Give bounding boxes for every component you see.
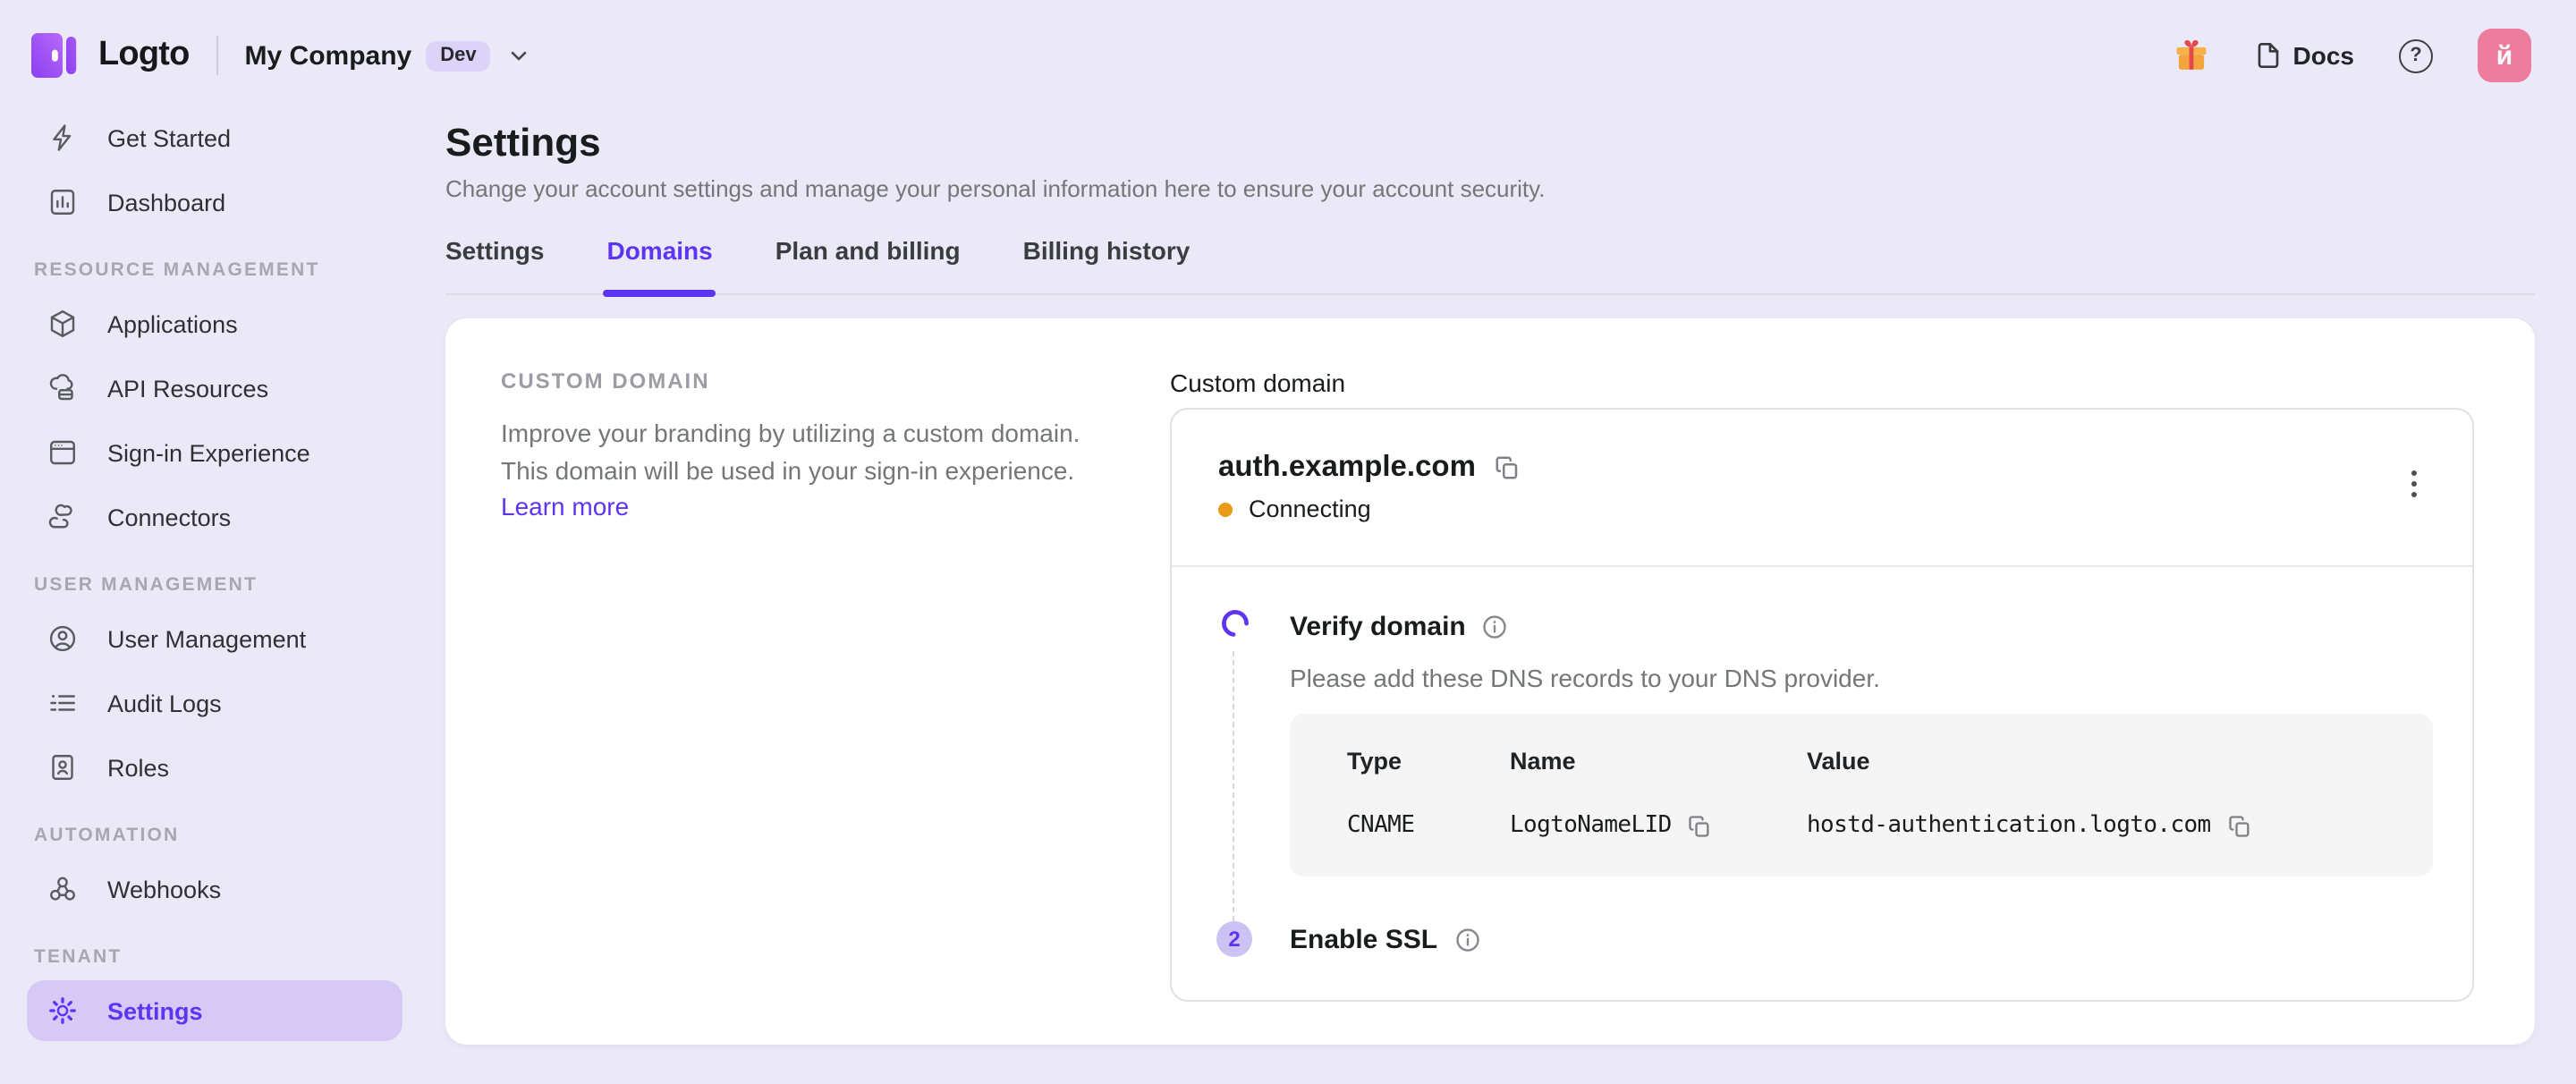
dns-record-name: LogtoNameLID	[1510, 809, 1672, 844]
docs-label: Docs	[2293, 41, 2354, 70]
app-root: Logto My Company Dev Docs	[0, 0, 2576, 1084]
main-content: Settings Change your account settings an…	[429, 111, 2576, 1084]
step-2-marker: 2	[1216, 921, 1252, 957]
sidebar-item-sign-in-experience[interactable]: Sign-in Experience	[27, 422, 402, 483]
top-bar: Logto My Company Dev Docs	[0, 0, 2576, 111]
status-dot	[1218, 502, 1233, 516]
info-icon[interactable]	[1453, 926, 1480, 953]
dns-header-value: Value	[1807, 747, 2390, 774]
spinner-icon	[1219, 608, 1250, 639]
chevron-down-icon[interactable]	[507, 43, 532, 68]
status-label: Connecting	[1249, 495, 1371, 522]
tenant-name[interactable]: My Company	[245, 40, 412, 71]
custom-domain-field-label: Custom domain	[1170, 368, 2474, 401]
copy-dns-name-icon[interactable]	[1688, 814, 1713, 839]
user-circle-icon	[47, 622, 79, 655]
logto-logo-icon	[29, 29, 82, 82]
cloud-icon	[47, 372, 79, 404]
sidebar-item-audit-logs[interactable]: Audit Logs	[27, 673, 402, 733]
step-enable-ssl: 2 Enable SSL	[1172, 921, 2472, 957]
domain-card: auth.example.com Connecting	[1170, 408, 2474, 1002]
brand-area: Logto My Company Dev	[29, 29, 532, 82]
step-2-number: 2	[1216, 921, 1252, 957]
kebab-menu-icon[interactable]	[2397, 463, 2429, 503]
step-1-marker	[1216, 608, 1252, 877]
dns-record-type: CNAME	[1347, 809, 1510, 844]
avatar[interactable]: й	[2478, 29, 2531, 82]
sidebar-section-user-management: USER MANAGEMENT	[27, 569, 402, 601]
list-icon	[47, 687, 79, 719]
step-2-title: Enable SSL	[1290, 924, 1437, 954]
section-label: CUSTOM DOMAIN	[501, 368, 1170, 394]
dns-record-value: hostd-authentication.logto.com	[1807, 809, 2211, 844]
step-1-title: Verify domain	[1290, 611, 1466, 641]
tab-plan-and-billing[interactable]: Plan and billing	[775, 233, 961, 268]
brand-divider	[216, 36, 218, 75]
copy-dns-value-icon[interactable]	[2227, 814, 2252, 839]
dashboard-icon	[47, 186, 79, 218]
lightning-icon	[47, 122, 79, 154]
docs-icon	[2254, 41, 2283, 70]
dns-table-header: Type Name Value	[1347, 744, 2390, 776]
dns-table-row: CNAME LogtoNameLID	[1347, 809, 2390, 844]
sidebar-item-get-started[interactable]: Get Started	[27, 107, 402, 168]
sidebar-item-api-resources[interactable]: API Resources	[27, 358, 402, 419]
learn-more-link[interactable]: Learn more	[501, 492, 629, 521]
custom-domain-info: CUSTOM DOMAIN Improve your branding by u…	[501, 368, 1170, 1002]
page-subtitle: Change your account settings and manage …	[445, 174, 2535, 206]
domain-status: Connecting	[1218, 495, 2426, 522]
webhook-icon	[47, 873, 79, 905]
logo-text: Logto	[98, 36, 190, 75]
step-verify-domain: Verify domain Please add these DNS recor…	[1172, 608, 2472, 877]
tenant-env-badge: Dev	[426, 40, 490, 71]
help-icon[interactable]: ?	[2399, 38, 2433, 72]
domain-card-body: Verify domain Please add these DNS recor…	[1172, 565, 2472, 1000]
tab-domains[interactable]: Domains	[606, 233, 712, 268]
page-title: Settings	[445, 118, 2535, 166]
avatar-letter: й	[2496, 40, 2512, 71]
dns-instruction: Please add these DNS records to your DNS…	[1290, 660, 2472, 696]
dns-header-type: Type	[1347, 747, 1510, 774]
custom-domain-card: CUSTOM DOMAIN Improve your branding by u…	[445, 318, 2535, 1045]
connectors-icon	[47, 501, 79, 533]
sidebar-item-settings[interactable]: Settings	[27, 980, 402, 1041]
custom-domain-form: Custom domain auth.example.com	[1170, 368, 2474, 1002]
gear-icon	[47, 995, 79, 1027]
top-actions: Docs ? й	[2172, 29, 2531, 82]
cube-icon	[47, 308, 79, 340]
id-badge-icon	[47, 751, 79, 783]
docs-button[interactable]: Docs	[2254, 41, 2354, 70]
dns-header-name: Name	[1510, 747, 1807, 774]
copy-domain-icon[interactable]	[1494, 453, 1521, 480]
tab-bar: Settings Domains Plan and billing Billin…	[445, 233, 2535, 295]
window-icon	[47, 436, 79, 469]
sidebar-item-roles[interactable]: Roles	[27, 737, 402, 798]
section-description: Improve your branding by utilizing a cus…	[501, 415, 1095, 525]
info-icon[interactable]	[1482, 613, 1509, 639]
sidebar-item-connectors[interactable]: Connectors	[27, 487, 402, 547]
domain-name: auth.example.com	[1218, 449, 1476, 485]
sidebar-section-tenant: TENANT	[27, 941, 402, 973]
tab-billing-history[interactable]: Billing history	[1023, 233, 1191, 268]
sidebar-section-resource-management: RESOURCE MANAGEMENT	[27, 254, 402, 286]
dns-records-table: Type Name Value CNAME LogtoNameLID	[1290, 714, 2433, 877]
sidebar-item-dashboard[interactable]: Dashboard	[27, 172, 402, 233]
sidebar: Get Started Dashboard RESOURCE MANAGEMEN…	[0, 107, 429, 1084]
sidebar-item-applications[interactable]: Applications	[27, 293, 402, 354]
domain-card-header: auth.example.com Connecting	[1172, 410, 2472, 565]
sidebar-item-user-management[interactable]: User Management	[27, 608, 402, 669]
sidebar-item-webhooks[interactable]: Webhooks	[27, 859, 402, 919]
gift-icon[interactable]	[2172, 36, 2211, 75]
tab-settings[interactable]: Settings	[445, 233, 544, 268]
sidebar-section-automation: AUTOMATION	[27, 819, 402, 851]
